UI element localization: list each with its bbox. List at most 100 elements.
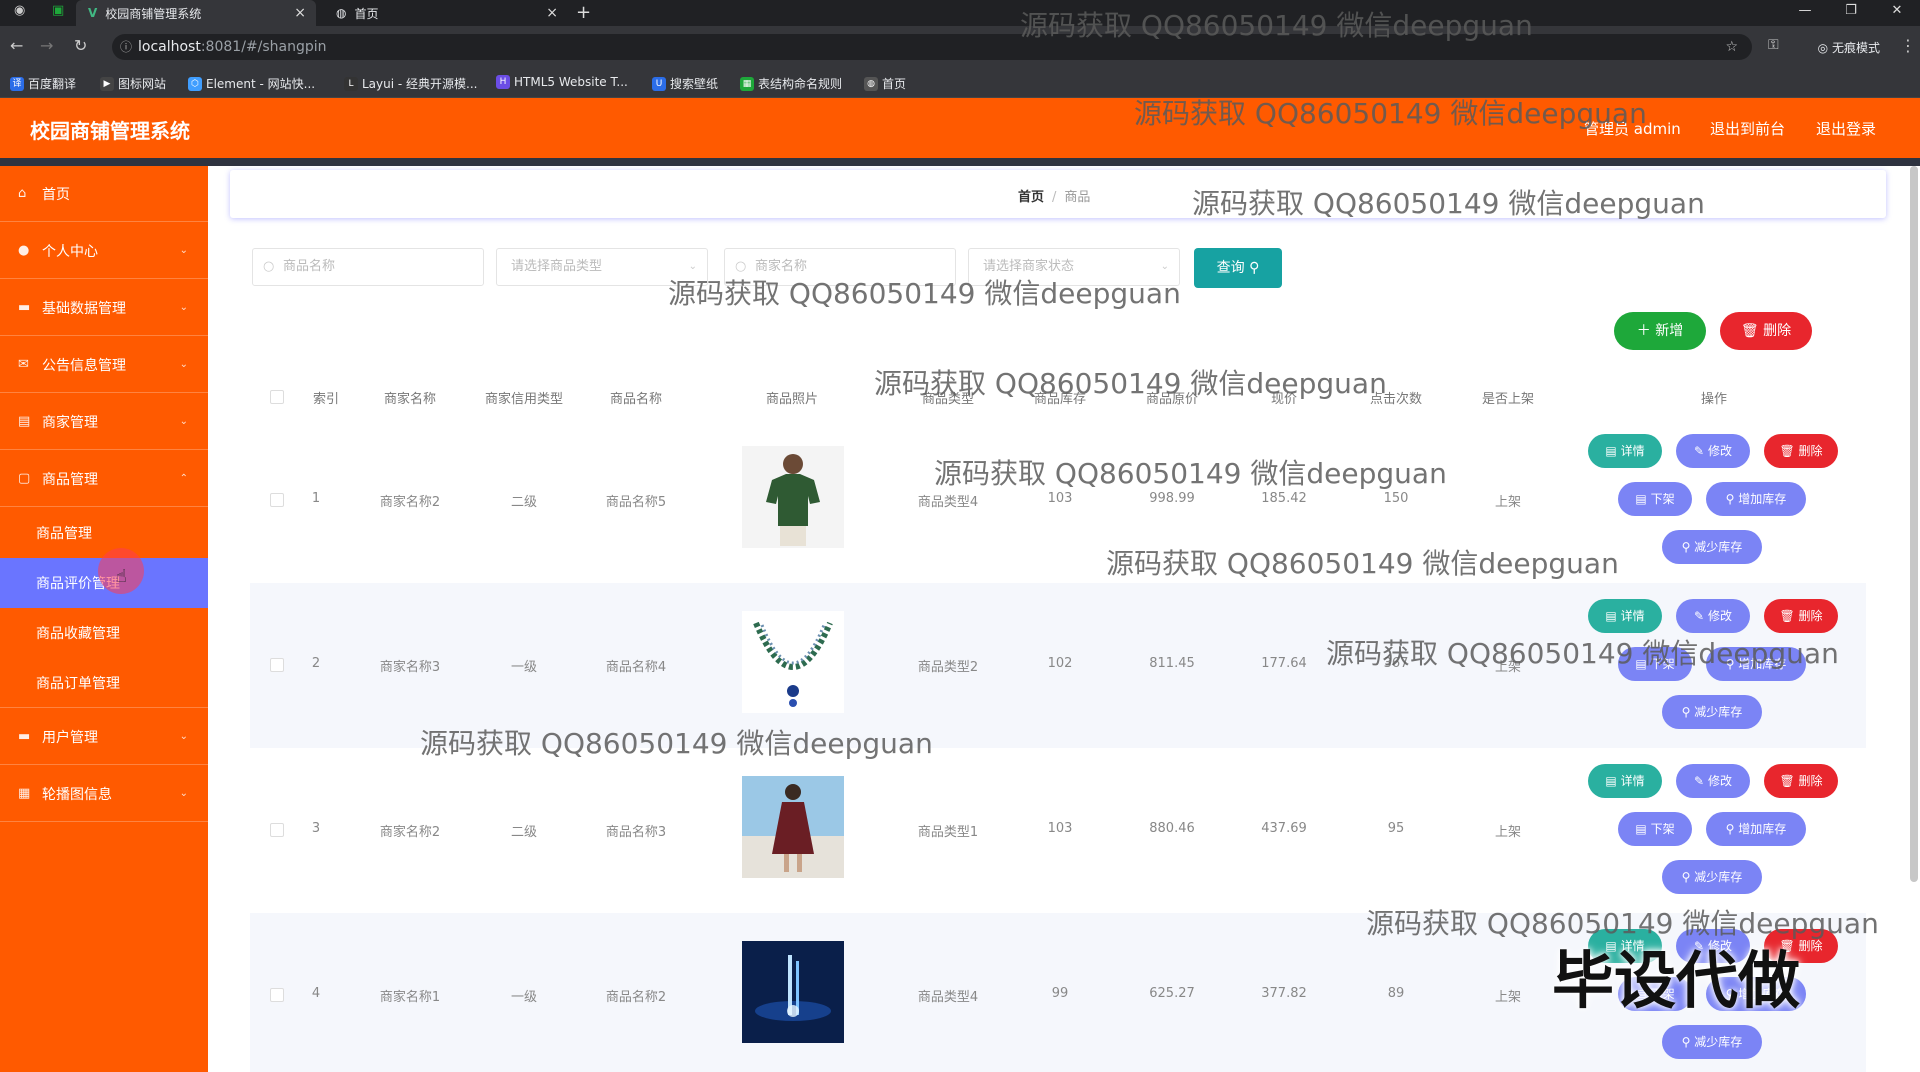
sidebar-item-home[interactable]: ⌂ 首页 [0,166,208,222]
minimize-button[interactable]: — [1782,0,1828,22]
row-checkbox[interactable] [270,988,284,1002]
delete-button[interactable]: 🗑 删除 [1764,764,1838,798]
detail-button[interactable]: ▤ 详情 [1588,764,1662,798]
off-shelf-button[interactable]: ▤ 下架 [1618,812,1692,846]
cell-credit: 二级 [510,825,538,840]
query-button[interactable]: 查询 ⚲ [1194,248,1282,288]
sidebar-item-label: 首页 [42,186,70,203]
restore-button[interactable]: ❐ [1828,0,1874,22]
cell-index: 4 [311,986,321,1001]
edit-button[interactable]: ✎ 修改 [1676,434,1750,468]
browser-menu-icon[interactable]: ◉ [14,3,25,18]
sidebar-item-base-data[interactable]: ▬ 基础数据管理 ⌄ [0,280,208,336]
edit-button[interactable]: ✎ 修改 [1676,764,1750,798]
user-icon: ● [18,243,30,258]
row-checkbox[interactable] [270,658,284,672]
sidebar-item-profile[interactable]: ● 个人中心 ⌄ [0,223,208,279]
tab-campus-shop[interactable]: V 校园商铺管理系统 × [76,0,316,26]
site-info-icon[interactable]: ⓘ [120,34,132,60]
sidebar-item-carousel[interactable]: ▦ 轮播图信息 ⌄ [0,766,208,822]
tab-close-icon[interactable]: × [294,5,306,21]
bookmark-item[interactable]: ▶ 图标网站 [100,75,166,92]
breadcrumb-home[interactable]: 首页 [1018,190,1044,205]
incognito-badge[interactable]: ◎ 无痕模式 [1818,39,1880,56]
row-checkbox[interactable] [270,493,284,507]
off-shelf-button[interactable]: ▤ 下架 [1618,482,1692,516]
shop-icon: ▤ [18,414,31,429]
star-icon[interactable]: ☆ [1725,34,1738,60]
globe-icon: ◍ [336,6,347,20]
back-icon[interactable]: ← [10,36,23,55]
add-stock-button[interactable]: ⚲ 增加库存 [1706,812,1806,846]
reduce-stock-button[interactable]: ⚲ 减少库存 [1662,695,1762,729]
sidebar-item-label: 个人中心 [42,243,98,260]
detail-button[interactable]: ▤ 详情 [1588,599,1662,633]
search-icon: ⚲ [1249,260,1260,276]
element-icon: ⬡ [188,76,202,91]
reduce-stock-button[interactable]: ⚲ 减少库存 [1662,1025,1762,1059]
key-icon[interactable]: ⚿ [1768,37,1779,53]
column-header[interactable]: 商品照片 [766,388,818,407]
tab-close-icon[interactable]: × [546,5,558,21]
column-header[interactable]: 商家信用类型 [485,388,563,407]
more-icon[interactable]: ⋮ [1900,36,1916,55]
sidebar-item-notice[interactable]: ✉ 公告信息管理 ⌄ [0,337,208,393]
bookmark-item[interactable]: U 搜索壁纸 [652,75,718,92]
batch-delete-button[interactable]: 🗑 删除 [1720,312,1812,350]
delete-button[interactable]: 🗑 删除 [1764,599,1838,633]
bookmark-item[interactable]: ▦ 表结构命名规则 [740,75,842,92]
new-tab-button[interactable]: + [576,2,591,23]
tab-home[interactable]: ◍ 首页 × [328,0,568,26]
cell-price: 880.46 [1149,821,1195,836]
watermark-text: 源码获取 QQ86050149 微信deepguan [1134,97,1647,130]
bookmark-item[interactable]: L Layui - 经典开源模... [344,75,477,92]
off-shelf-label: 下架 [1650,822,1675,836]
detail-button[interactable]: ▤ 详情 [1588,434,1662,468]
breadcrumb-separator: / [1052,190,1057,205]
cell-status: 上架 [1494,990,1522,1005]
pinned-tab-icon[interactable]: ▣ [52,3,64,18]
delete-button[interactable]: 🗑 删除 [1764,434,1838,468]
column-header[interactable]: 商家名称 [384,388,436,407]
sidebar-item-goods[interactable]: ▢ 商品管理 ⌃ [0,451,208,507]
reduce-stock-button[interactable]: ⚲ 减少库存 [1662,860,1762,894]
address-bar: ← → ↻ ⓘ localhost:8081/#/shangpin ☆ ⚿ ◎ … [0,26,1920,68]
sidebar-sub-orders[interactable]: 商品订单管理 [0,658,208,708]
logout-link[interactable]: 退出登录 [1816,118,1876,139]
sidebar-sub-goods[interactable]: 商品管理 [0,508,208,558]
bookmark-item[interactable]: 译百度翻译 [10,75,76,92]
cell-price: 998.99 [1149,491,1195,506]
forward-icon[interactable]: → [40,36,53,55]
column-header[interactable]: 索引 [313,388,339,407]
select-all-checkbox[interactable] [270,390,284,404]
data-icon: ▬ [18,300,31,315]
column-header[interactable]: 是否上架 [1482,388,1534,407]
home-icon: ⌂ [18,186,27,201]
bookmark-item[interactable]: H HTML5 Website T... [496,75,628,89]
add-stock-button[interactable]: ⚲ 增加库存 [1706,482,1806,516]
row-checkbox[interactable] [270,823,284,837]
close-window-button[interactable]: ✕ [1874,0,1920,22]
watermark-text: 源码获取 QQ86050149 微信deepguan [420,727,933,760]
pin-icon: ⚲ [1681,540,1691,554]
doc-icon: ▤ [1635,492,1647,506]
reload-icon[interactable]: ↻ [74,36,87,55]
goods-name-input[interactable]: ○ 商品名称 [252,248,484,286]
vue-icon: V [88,6,98,20]
breadcrumb: 首页 / 商品 [1018,186,1090,205]
bookmark-label: Layui - 经典开源模... [362,77,478,91]
page-scrollbar[interactable] [1910,166,1918,882]
sidebar-item-users[interactable]: ▬ 用户管理 ⌄ [0,709,208,765]
pencil-icon: ✎ [1694,444,1705,458]
bookmark-item[interactable]: ◍ 首页 [864,75,906,92]
edit-button[interactable]: ✎ 修改 [1676,599,1750,633]
column-header[interactable]: 商品名称 [610,388,662,407]
bookmark-item[interactable]: ⬡ Element - 网站快... [188,75,315,92]
add-button[interactable]: ＋ 新增 [1614,312,1706,350]
back-to-front-link[interactable]: 退出到前台 [1710,118,1785,139]
sidebar-sub-favorites[interactable]: 商品收藏管理 [0,608,208,658]
cell-credit: 二级 [510,495,538,510]
reduce-stock-button[interactable]: ⚲ 减少库存 [1662,530,1762,564]
sidebar-item-shop[interactable]: ▤ 商家管理 ⌄ [0,394,208,450]
cell-now-price: 437.69 [1261,821,1307,836]
